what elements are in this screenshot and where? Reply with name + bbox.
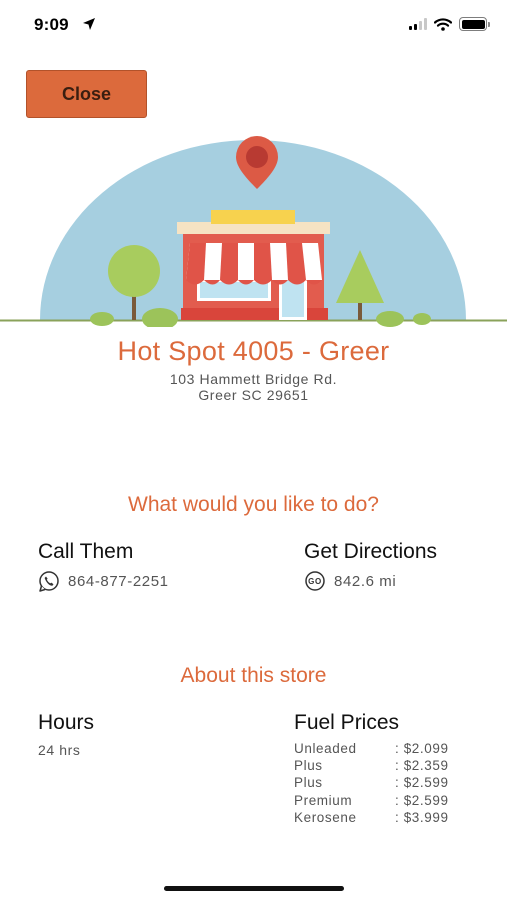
store-name: Hot Spot 4005 - Greer (117, 336, 390, 366)
home-indicator[interactable] (164, 886, 344, 891)
close-button[interactable]: Close (26, 70, 147, 118)
fuel-name: Unleaded (294, 741, 357, 756)
call-phone-link[interactable]: 864-877-2251 (38, 570, 169, 592)
svg-text:GO: GO (308, 577, 322, 586)
phone-icon (39, 571, 59, 592)
fuel-price-row: Plus : $2.359 (294, 758, 484, 775)
get-directions-title[interactable]: Get Directions (304, 540, 437, 564)
directions-link[interactable]: GO 842.6 mi (304, 570, 396, 592)
location-arrow-icon (83, 18, 95, 30)
fuel-name: Premium (294, 792, 353, 808)
cellular-signal-icon (409, 18, 427, 30)
fuel-price-list: Unleaded : $2.099 Plus : $2.359 Plus : $… (294, 741, 484, 827)
store-address-line2: Greer SC 29651 (198, 387, 309, 403)
fuel-price-row: Unleaded : $2.099 (294, 741, 484, 758)
fuel-price: : $2.599 (395, 775, 449, 791)
status-icons (409, 16, 490, 32)
hours-value: 24 hrs (38, 742, 81, 758)
status-bar: 9:09 (0, 0, 507, 50)
fuel-name: Plus (294, 758, 323, 774)
actions-heading: What would you like to do? (128, 493, 379, 516)
fuel-price: : $2.099 (395, 741, 449, 756)
go-icon: GO (305, 571, 325, 591)
store-address-line1: 103 Hammett Bridge Rd. (169, 371, 338, 387)
fuel-price-row: Premium : $2.599 (294, 793, 484, 810)
call-them-title[interactable]: Call Them (38, 540, 133, 564)
status-time: 9:09 (34, 15, 69, 34)
about-heading: About this store (180, 664, 327, 687)
fuel-price: : $3.999 (395, 809, 449, 825)
store-illustration (0, 136, 507, 327)
call-phone-number: 864-877-2251 (68, 572, 169, 590)
wifi-icon (434, 17, 452, 31)
directions-distance: 842.6 mi (334, 572, 397, 590)
battery-icon (459, 17, 490, 31)
fuel-name: Kerosene (294, 809, 357, 825)
fuel-price-row: Kerosene : $3.999 (294, 810, 484, 827)
fuel-price: : $2.599 (395, 792, 449, 808)
fuel-price: : $2.359 (395, 758, 449, 774)
fuel-name: Plus (294, 775, 323, 791)
fuel-price-row: Plus : $2.599 (294, 775, 484, 792)
fuel-prices-title: Fuel Prices (294, 711, 400, 734)
hours-title: Hours (38, 711, 95, 734)
